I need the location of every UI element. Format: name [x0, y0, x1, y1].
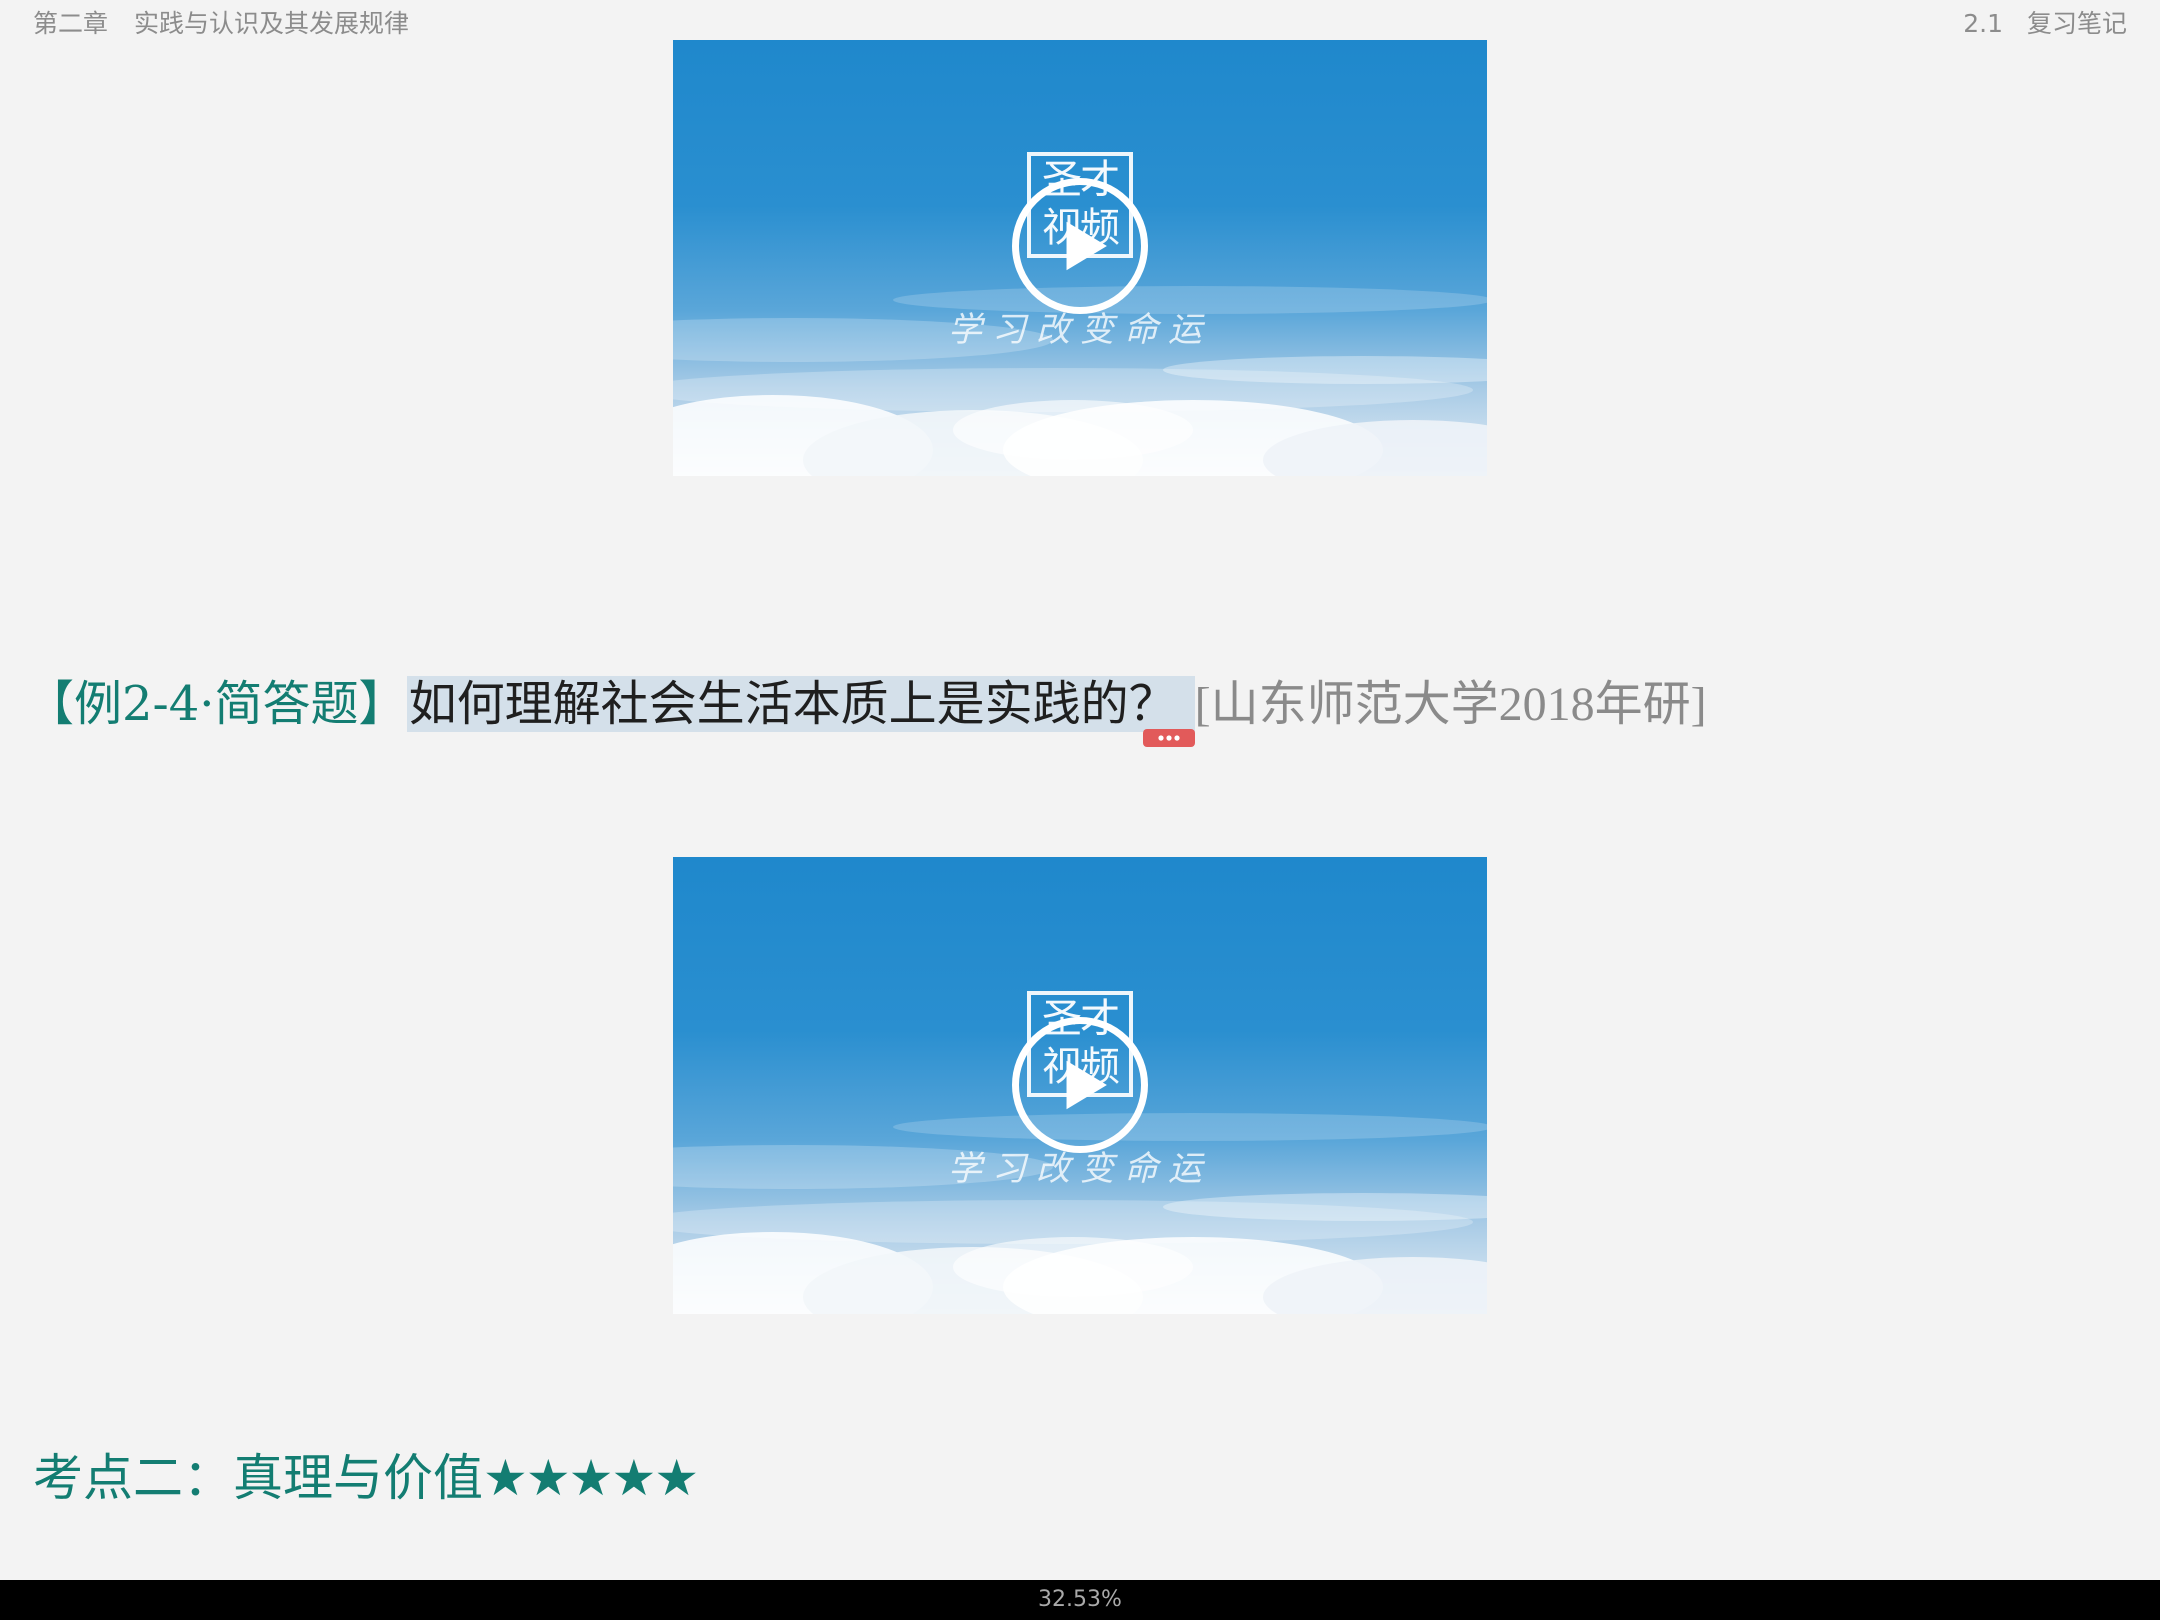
- reading-progress-bar: 32.53%: [0, 1580, 2160, 1620]
- section-title: 复习笔记: [2026, 9, 2127, 38]
- chapter-title: 实践与认识及其发展规律: [134, 9, 410, 38]
- video-slogan: 学习改变命运: [948, 310, 1212, 350]
- running-header-section: 2.1 复习笔记: [1963, 4, 2127, 40]
- chapter-number: 第二章: [33, 9, 109, 38]
- question-source: [山东师范大学2018年研]: [1194, 678, 1707, 731]
- play-button[interactable]: [1012, 178, 1148, 314]
- example-question-line: 【例2-4·简答题】如何理解社会生活本质上是实践的？ [山东师范大学2018年研]: [26, 670, 1707, 739]
- running-header-chapter: 第二章 实践与认识及其发展规律: [33, 4, 409, 40]
- reading-progress-percent: 32.53%: [1038, 1587, 1122, 1612]
- section-number: 2.1: [1963, 9, 2003, 38]
- more-dots-icon: [1158, 735, 1180, 741]
- star-rating: ★★★★★: [483, 1449, 699, 1507]
- video-slogan: 学习改变命运: [948, 1149, 1212, 1189]
- play-icon: [1066, 1060, 1107, 1110]
- selection-more-button[interactable]: [1143, 729, 1195, 747]
- video-player-2[interactable]: 圣才 视频 学习改变命运: [673, 857, 1487, 1314]
- play-button[interactable]: [1012, 1017, 1148, 1153]
- play-icon: [1066, 221, 1107, 271]
- example-label: 【例2-4·简答题】: [26, 676, 407, 732]
- reader-page: 第二章 实践与认识及其发展规律 2.1 复习笔记 圣才 视频 学习改变命运 【例…: [0, 0, 2160, 1620]
- question-text-selected[interactable]: 如何理解社会生活本质上是实践的？: [406, 676, 1195, 732]
- video-player-1[interactable]: 圣才 视频 学习改变命运: [673, 40, 1487, 476]
- section-heading: 考点二：真理与价值★★★★★: [33, 1438, 699, 1510]
- section-heading-text: 考点二：真理与价值: [33, 1449, 483, 1507]
